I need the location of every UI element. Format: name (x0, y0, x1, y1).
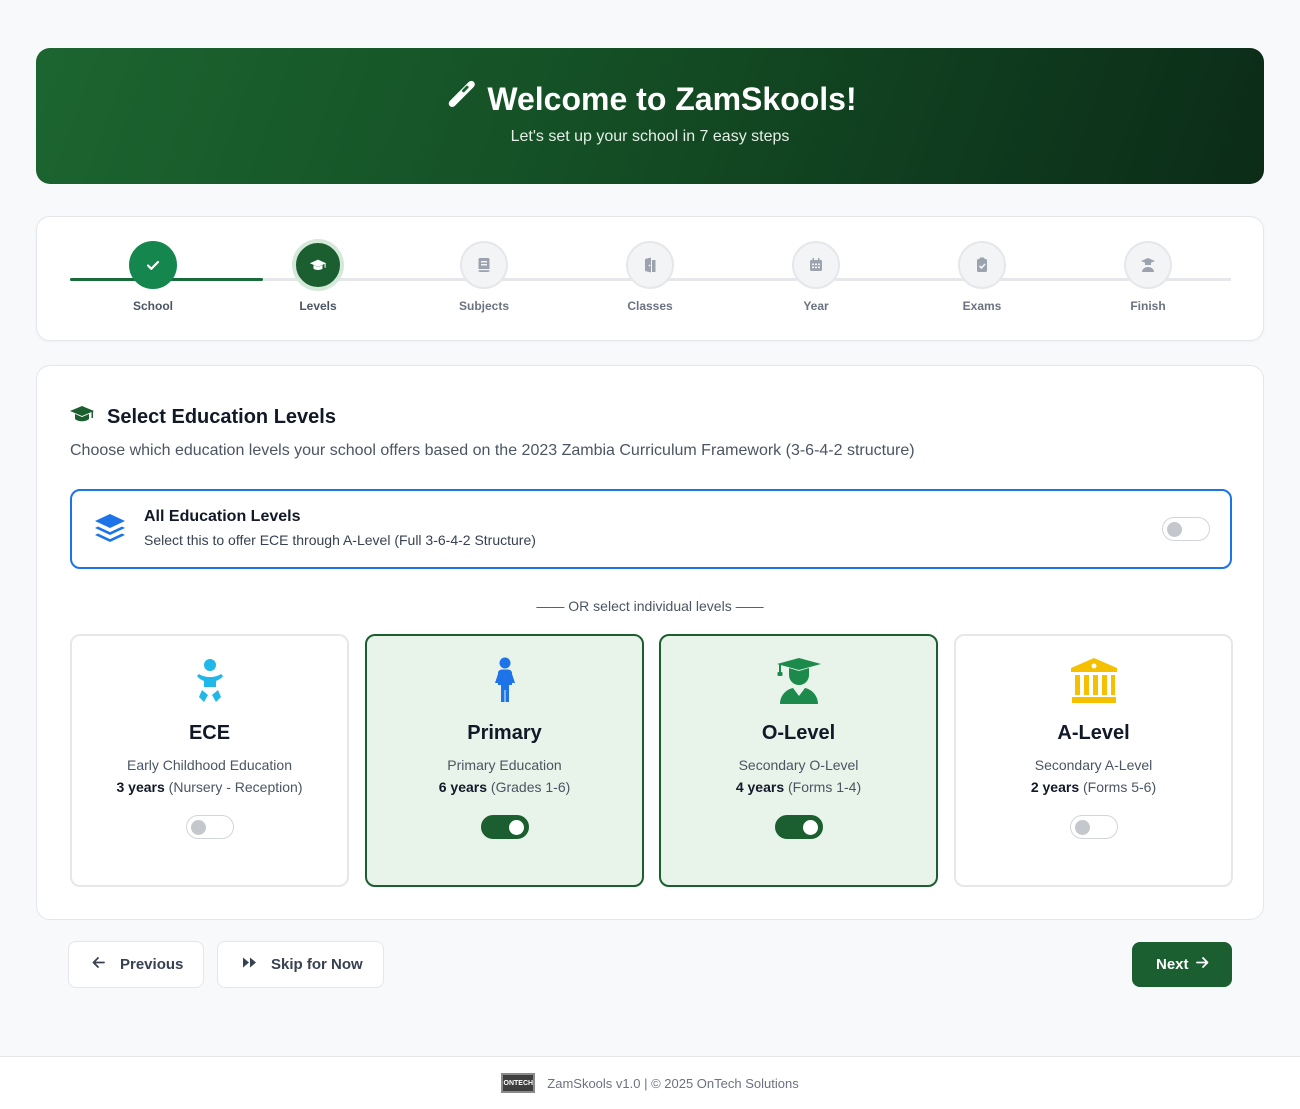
level-card-a-level[interactable]: A-Level Secondary A-Level 2 years (Forms… (954, 634, 1233, 887)
level-years: 2 years (1030, 779, 1080, 795)
calendar-icon (792, 241, 840, 289)
or-divider: —— OR select individual levels —— (536, 598, 764, 614)
level-years: 4 years (735, 779, 785, 795)
level-toggle-ece[interactable] (185, 815, 234, 839)
level-duration: 6 years (Grades 1-6) (367, 779, 642, 795)
all-levels-option[interactable]: All Education Levels Select this to offe… (70, 489, 1232, 569)
all-levels-toggle[interactable] (1162, 517, 1210, 541)
level-detail: (Forms 5-6) (1083, 779, 1157, 795)
level-card-primary[interactable]: Primary Primary Education 6 years (Grade… (365, 634, 644, 887)
step-label: Levels (299, 299, 337, 313)
graduation-cap-icon (294, 241, 342, 289)
level-name: Primary (467, 722, 542, 744)
level-name: ECE (188, 722, 231, 744)
level-name: A-Level (1057, 722, 1130, 744)
previous-button[interactable]: Previous (68, 941, 204, 988)
magic-wand-icon (443, 78, 477, 120)
step-levels[interactable]: Levels (268, 241, 368, 313)
level-duration: 3 years (Nursery - Reception) (72, 779, 347, 795)
graduate-icon (1124, 241, 1172, 289)
level-description: Early Childhood Education (127, 757, 292, 773)
graduation-cap-icon (69, 403, 95, 431)
fast-forward-icon (242, 955, 257, 974)
welcome-subtitle: Let's set up your school in 7 easy steps (510, 128, 790, 145)
step-exams[interactable]: Exams (932, 241, 1032, 313)
level-name: O-Level (761, 722, 836, 744)
step-label: Subjects (458, 299, 509, 313)
level-detail: (Forms 1-4) (788, 779, 862, 795)
level-toggle-a-level[interactable] (1069, 815, 1118, 839)
step-classes[interactable]: Classes (600, 241, 700, 313)
step-label: Exams (962, 299, 1002, 313)
all-levels-title: All Education Levels (144, 508, 301, 525)
baby-icon (72, 656, 347, 706)
footer: ONTECH ZamSkools v1.0 | © 2025 OnTech So… (0, 1056, 1300, 1109)
level-duration: 4 years (Forms 1-4) (661, 779, 936, 795)
ontech-logo: ONTECH (501, 1073, 536, 1093)
door-icon (626, 241, 674, 289)
level-card-ece[interactable]: ECE Early Childhood Education 3 years (N… (70, 634, 349, 887)
level-years: 6 years (438, 779, 488, 795)
step-subjects[interactable]: Subjects (434, 241, 534, 313)
level-toggle-primary[interactable] (480, 815, 529, 839)
level-description: Secondary O-Level (738, 757, 859, 773)
footer-text: ZamSkools v1.0 | © 2025 OnTech Solutions (547, 1075, 799, 1091)
step-year[interactable]: Year (766, 241, 866, 313)
level-toggle-o-level[interactable] (774, 815, 823, 839)
level-card-o-level[interactable]: O-Level Secondary O-Level 4 years (Forms… (659, 634, 938, 887)
institution-icon (956, 656, 1231, 706)
section-title-row: Select Education Levels (69, 403, 336, 431)
level-detail: (Nursery - Reception) (168, 779, 303, 795)
arrow-right-icon (1195, 955, 1210, 974)
level-years: 3 years (116, 779, 165, 795)
book-icon (460, 241, 508, 289)
level-detail: (Grades 1-6) (490, 779, 571, 795)
clipboard-check-icon (958, 241, 1006, 289)
check-icon (129, 241, 177, 289)
step-label: School (132, 299, 173, 313)
step-label: Classes (627, 299, 673, 313)
level-description: Primary Education (447, 757, 562, 773)
section-title: Select Education Levels (107, 405, 336, 428)
welcome-title: Welcome to ZamSkools! (487, 80, 857, 117)
welcome-banner: Welcome to ZamSkools! Let's set up your … (36, 48, 1264, 184)
child-icon (367, 656, 642, 706)
arrow-left-icon (91, 955, 106, 974)
section-description: Choose which education levels your schoo… (70, 442, 915, 459)
step-finish[interactable]: Finish (1098, 241, 1198, 313)
welcome-title-row: Welcome to ZamSkools! (36, 78, 1264, 120)
setup-stepper: School Levels Subjects Classes Year Exam… (36, 216, 1264, 341)
level-duration: 2 years (Forms 5-6) (956, 779, 1231, 795)
levels-card: Select Education Levels Choose which edu… (36, 365, 1264, 920)
skip-button[interactable]: Skip for Now (217, 941, 384, 988)
layers-icon (92, 511, 128, 547)
next-label: Next (1156, 956, 1189, 973)
skip-label: Skip for Now (271, 956, 363, 973)
all-levels-subtitle: Select this to offer ECE through A-Level… (144, 532, 536, 548)
step-label: Finish (1130, 299, 1166, 313)
graduate-icon (661, 656, 936, 706)
level-description: Secondary A-Level (1034, 757, 1153, 773)
previous-label: Previous (120, 956, 184, 973)
step-school[interactable]: School (103, 241, 203, 313)
step-label: Year (803, 299, 829, 313)
next-button[interactable]: Next (1132, 942, 1232, 987)
